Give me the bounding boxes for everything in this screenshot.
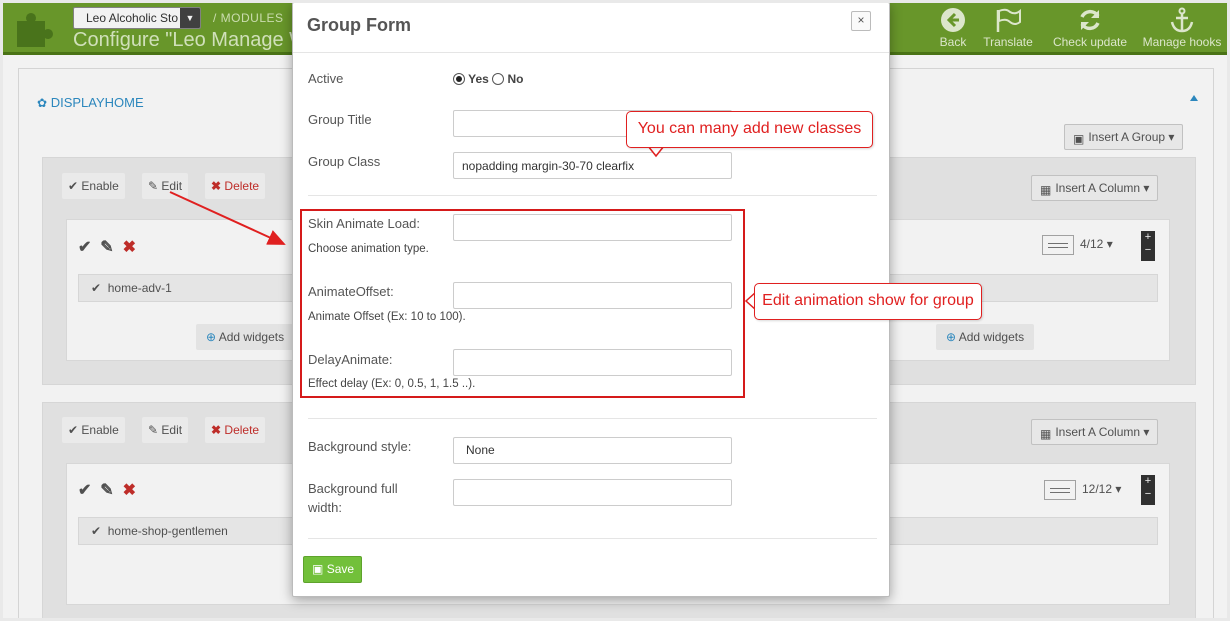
annotation-arrows xyxy=(169,145,757,311)
classes-callout: You can many add new classes xyxy=(626,111,873,148)
edit-arrow xyxy=(169,191,286,245)
animation-callout: Edit animation show for group xyxy=(754,283,982,320)
